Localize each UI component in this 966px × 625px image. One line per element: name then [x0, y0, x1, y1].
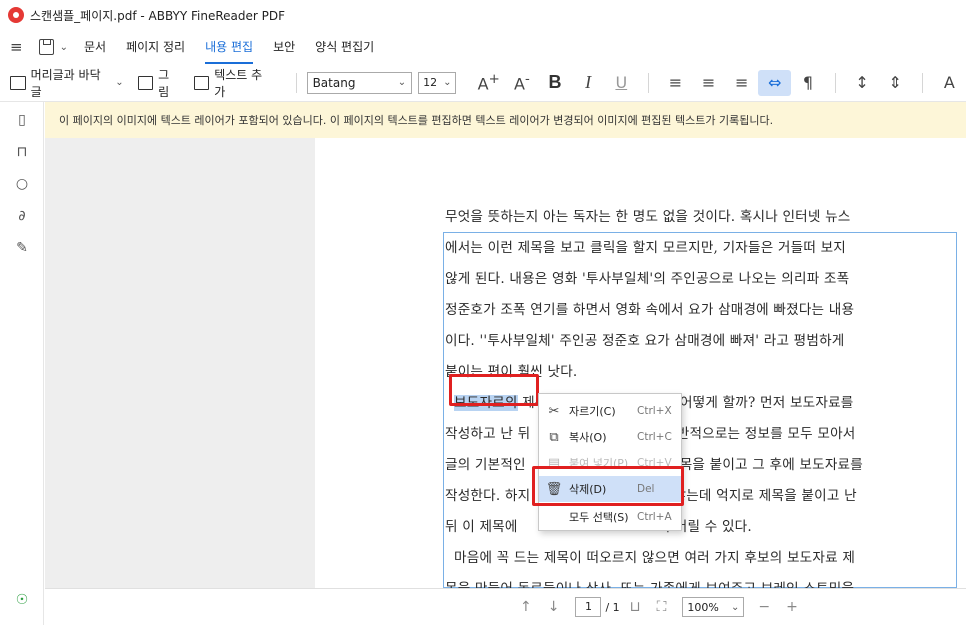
text-line-part: 작성하고 난 뒤 [445, 426, 531, 442]
context-cut-shortcut: Ctrl+X [637, 405, 672, 417]
context-select-all-label: 모두 선택(S) [569, 511, 629, 524]
chevron-down-icon: ⌄ [397, 77, 407, 88]
align-right-icon[interactable]: ≡ [725, 73, 758, 92]
add-text-button[interactable]: 텍스트 추가 [193, 66, 272, 100]
document-area: 무엇을 뜻하는지 아는 독자는 한 명도 없을 것이다. 혹시나 인터넷 뉴스 … [45, 138, 966, 597]
window-title: 스캔샘플_페이지.pdf - ABBYY FineReader PDF [30, 8, 286, 23]
highlight-delete-item [532, 466, 684, 506]
arrow-up-icon[interactable]: ↑ [520, 599, 532, 615]
app-logo-icon [8, 7, 24, 23]
page-number-input[interactable]: 1 [575, 597, 602, 617]
zoom-value: 100% [687, 600, 719, 614]
text-line: 이다. ''투사부일체' 주인공 정준호 요가 삼매경에 빠져' 라고 평범하게 [445, 333, 845, 349]
highlight-selected-word [449, 374, 539, 406]
text-line: 않게 된다. 내용은 영화 '투사부일체'의 주인공으로 나오는 의리파 조폭 [445, 271, 850, 287]
text-line: 작성하고 난 뒤 다. 일반적으로는 정보를 모두 모아서 [445, 419, 954, 450]
bookmark-icon[interactable]: ⊓ [14, 144, 30, 160]
align-center-icon[interactable]: ≡ [692, 73, 725, 92]
text-line-part: 작성한다. 하지 [445, 488, 531, 504]
context-copy-shortcut: Ctrl+C [637, 431, 672, 443]
fit-page-icon[interactable]: ⛶ [657, 599, 667, 615]
text-line-part: 지 않는데 억지로 제목을 붙이고 난 [656, 488, 857, 504]
signature-icon[interactable]: ✎ [14, 240, 30, 256]
context-copy-label: 복사(O) [569, 431, 607, 444]
page-total: / 1 [605, 600, 620, 614]
info-bar: 이 페이지의 이미지에 텍스트 레이어가 포함되어 있습니다. 이 페이지의 텍… [45, 102, 966, 138]
increase-font-icon[interactable]: A+ [472, 72, 505, 93]
menu-security[interactable]: 보안 [273, 30, 295, 64]
header-footer-label: 머리글과 바닥글 [30, 67, 101, 99]
toolbar-divider [647, 72, 649, 93]
context-select-all[interactable]: 모두 선택(S) Ctrl+A [539, 504, 681, 530]
arrow-down-icon[interactable]: ↓ [548, 599, 560, 615]
decrease-font-icon[interactable]: A- [505, 72, 538, 93]
align-justify-icon[interactable]: ⇔ [758, 69, 792, 96]
chevron-down-icon: ⌄ [115, 77, 124, 88]
paragraph-spacing-icon[interactable]: ⇕ [879, 73, 912, 92]
text-line-part: 글의 기본적인 [445, 457, 526, 473]
text-line: 뒤 이 제목에 여 버릴 수 있다. [445, 512, 954, 543]
toolbar: 머리글과 바닥글 ⌄ 그림 텍스트 추가 Batang ⌄ 12 ⌄ A+ A-… [0, 64, 966, 102]
font-size-value: 12 [423, 76, 438, 89]
underline-icon[interactable]: U [605, 73, 638, 92]
ocr-status-icon[interactable]: ☉ [14, 592, 30, 608]
add-picture-label: 그림 [158, 67, 170, 99]
add-text-label: 텍스트 추가 [214, 67, 263, 99]
hamburger-menu-icon[interactable]: ≡ [10, 38, 23, 56]
context-menu: ✂ 자르기(C) Ctrl+X ⧉ 복사(O) Ctrl+C ▤ 붙여 넣기(P… [538, 393, 682, 531]
zoom-select[interactable]: 100% ⌄ [682, 597, 745, 617]
chevron-down-icon: ⌄ [443, 77, 452, 88]
menu-edit-content[interactable]: 내용 편집 [205, 30, 254, 64]
menu-document[interactable]: 문서 [84, 30, 106, 64]
text-add-icon [193, 75, 210, 90]
align-left-icon[interactable]: ≡ [659, 73, 692, 92]
text-line-part: 마음에 꼭 드는 제목이 떠오르지 않으면 여러 가지 후보의 보도자료 제 [454, 550, 856, 566]
menu-organize-pages[interactable]: 페이지 정리 [126, 30, 185, 64]
scissors-icon: ✂ [548, 403, 560, 419]
pages-icon[interactable]: ▯ [14, 112, 30, 128]
chevron-down-icon[interactable]: ⌄ [60, 42, 68, 53]
font-family-select[interactable]: Batang ⌄ [306, 71, 413, 94]
font-size-select[interactable]: 12 ⌄ [418, 71, 457, 94]
line-spacing-icon[interactable]: ↕ [846, 73, 879, 92]
context-copy[interactable]: ⧉ 복사(O) Ctrl+C [539, 424, 681, 450]
add-picture-button[interactable]: 그림 [137, 66, 180, 100]
bold-icon[interactable]: B [538, 72, 571, 93]
menu-form-editor[interactable]: 양식 편집기 [315, 30, 374, 64]
text-color-icon[interactable]: A [933, 73, 966, 92]
menu-bar: ≡ ⌄ 문서 페이지 정리 내용 편집 보안 양식 편집기 [0, 30, 966, 64]
save-icon [38, 39, 54, 55]
status-bar: ↑ ↓ 1 / 1 ⊔ ⛶ 100% ⌄ − + [45, 588, 966, 625]
app-window: 스캔샘플_페이지.pdf - ABBYY FineReader PDF ≡ ⌄ … [0, 0, 966, 625]
context-cut-label: 자르기(C) [569, 405, 616, 418]
italic-icon[interactable]: I [572, 72, 605, 93]
picture-add-icon [137, 75, 154, 90]
paragraph-icon[interactable]: ¶ [791, 73, 824, 92]
save-button[interactable]: ⌄ [38, 39, 68, 55]
text-line-part: 뒤 이 제목에 [445, 519, 518, 535]
text-line: 정준호가 조폭 연기를 하면서 영화 속에서 요가 삼매경에 빠졌다는 내용 [445, 302, 855, 318]
title-bar: 스캔샘플_페이지.pdf - ABBYY FineReader PDF [0, 0, 966, 30]
header-footer-icon [10, 75, 26, 90]
text-line: 작성한다. 하지 지 않는데 억지로 제목을 붙이고 난 [445, 481, 954, 512]
copy-icon: ⧉ [549, 429, 559, 445]
text-line: 무엇을 뜻하는지 아는 독자는 한 명도 없을 것이다. 혹시나 인터넷 뉴스 [445, 209, 851, 225]
search-icon[interactable]: ○ [14, 176, 30, 192]
zoom-out-icon[interactable]: − [758, 599, 770, 615]
toolbar-divider [834, 72, 836, 93]
text-line: 마음에 꼭 드는 제목이 떠오르지 않으면 여러 가지 후보의 보도자료 제 [445, 543, 954, 574]
zoom-in-icon[interactable]: + [786, 599, 798, 615]
text-line: 에서는 이런 제목을 보고 클릭을 할지 모르지만, 기자들은 거들떠 보지 [445, 240, 846, 256]
context-select-all-shortcut: Ctrl+A [637, 511, 672, 523]
header-footer-button[interactable]: 머리글과 바닥글 ⌄ [10, 66, 124, 100]
fit-width-icon[interactable]: ⊔ [630, 599, 641, 615]
toolbar-divider [921, 72, 923, 93]
left-sidebar: ▯ ⊓ ○ ∂ ✎ ☉ [0, 102, 44, 625]
text-line: 글의 기본적인 뒤 제목을 붙이고 그 후에 보도자료를 [445, 450, 954, 481]
toolbar-divider [295, 72, 297, 93]
context-cut[interactable]: ✂ 자르기(C) Ctrl+X [539, 398, 681, 424]
font-family-value: Batang [312, 75, 356, 90]
attachment-icon[interactable]: ∂ [14, 208, 30, 224]
chevron-down-icon: ⌄ [731, 601, 740, 613]
